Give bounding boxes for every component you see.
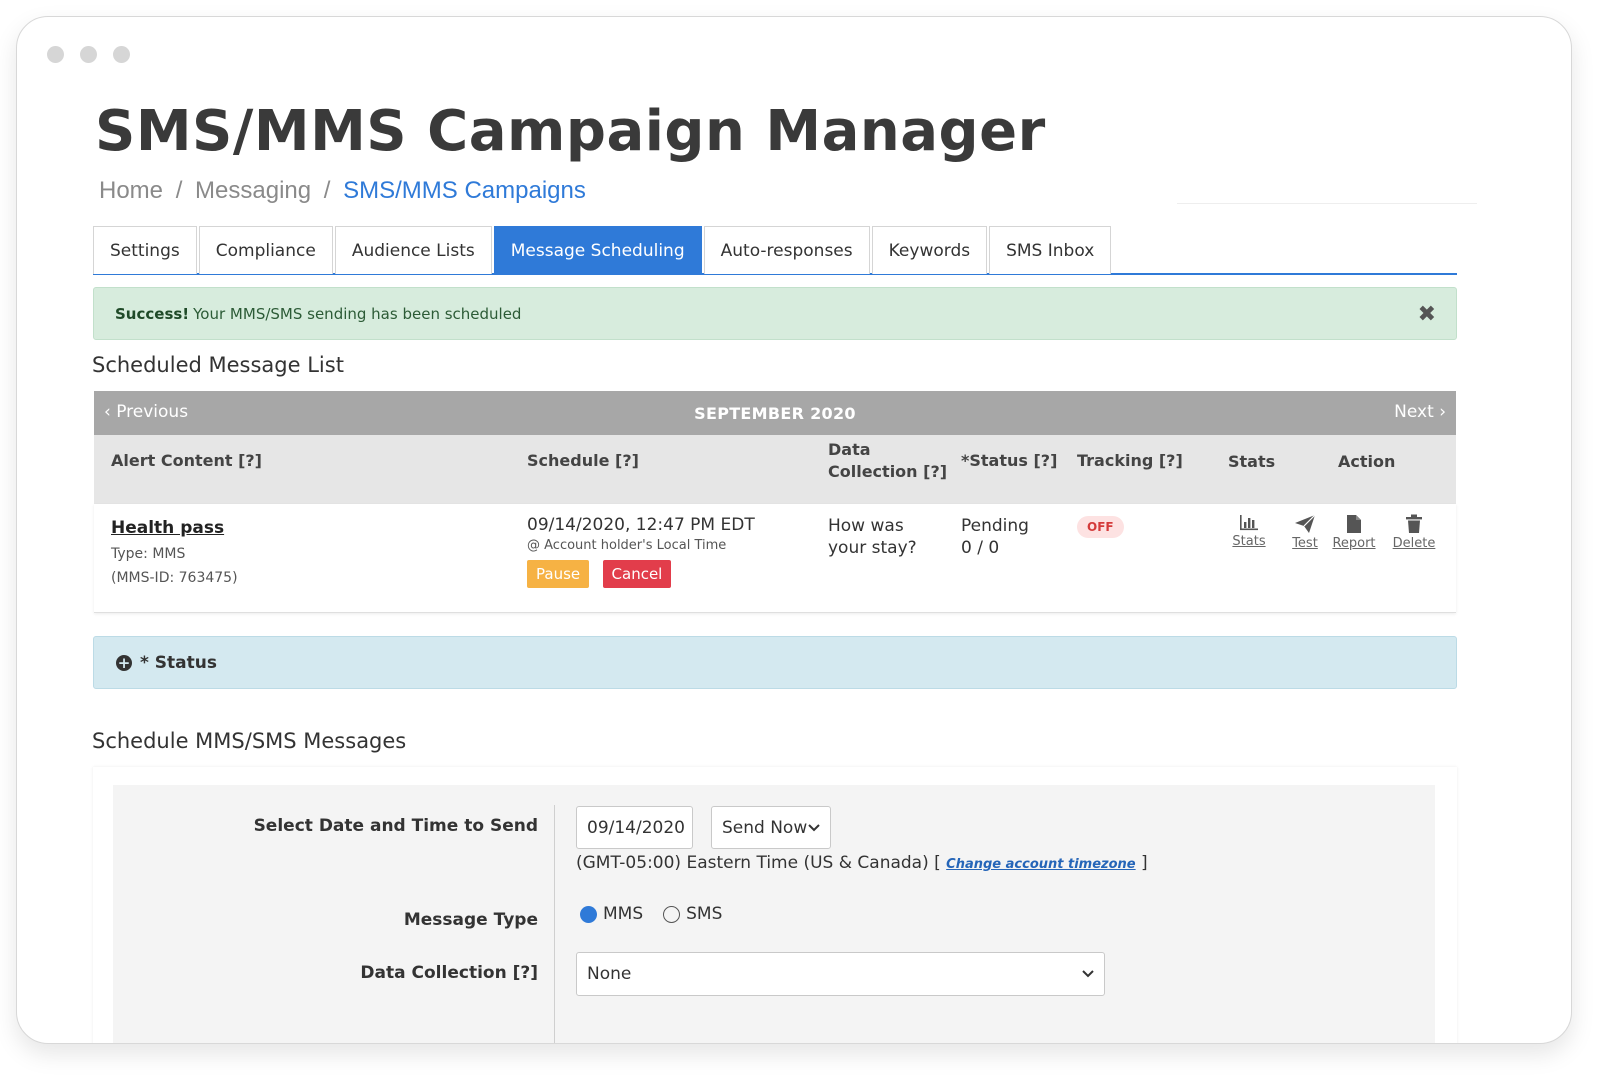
success-alert: Success! Your MMS/SMS sending has been s… (93, 287, 1457, 340)
cancel-button[interactable]: Cancel (602, 560, 672, 588)
message-type: Type: MMS (111, 546, 186, 562)
paper-plane-icon (1295, 514, 1316, 533)
schedule-note: @ Account holder's Local Time (527, 538, 727, 553)
stats-action[interactable]: Stats (1232, 514, 1266, 549)
schedule-form-panel: Select Date and Time to Send 09/14/2020 … (113, 785, 1435, 1043)
date-time-label: Select Date and Time to Send (253, 816, 538, 836)
chevron-left-icon: ‹ (104, 402, 111, 422)
pause-button[interactable]: Pause (527, 560, 590, 588)
breadcrumb-home[interactable]: Home (99, 177, 163, 204)
message-type-label: Message Type (403, 910, 538, 930)
message-title-link[interactable]: Health pass (111, 518, 238, 538)
data-collection-value: How was your stay? (828, 516, 917, 558)
send-option-select[interactable]: Send Now (711, 806, 831, 849)
breadcrumb-current[interactable]: SMS/MMS Campaigns (343, 177, 586, 204)
breadcrumb-separator: / (323, 177, 331, 204)
table-header: Alert Content [?] Schedule [?] Data Coll… (94, 435, 1456, 504)
tracking-badge[interactable]: OFF (1077, 516, 1124, 538)
window-dot-minimize[interactable] (80, 46, 97, 63)
column-data-collection[interactable]: Data Collection [?] (828, 439, 947, 483)
next-month-button[interactable]: Next › (1394, 402, 1446, 422)
column-schedule[interactable]: Schedule [?] (527, 450, 639, 472)
tab-message-scheduling[interactable]: Message Scheduling (493, 226, 702, 274)
tab-audience-lists[interactable]: Audience Lists (334, 226, 492, 274)
data-collection-select[interactable]: None (576, 952, 1105, 996)
radio-sms-label[interactable]: SMS (686, 904, 722, 924)
schedule-form: Select Date and Time to Send 09/14/2020 … (93, 767, 1457, 1043)
chevron-down-icon (808, 823, 820, 831)
schedule-time: 09/14/2020, 12:47 PM EDT (527, 515, 755, 535)
tab-settings[interactable]: Settings (93, 226, 197, 274)
tab-auto-responses[interactable]: Auto-responses (703, 226, 870, 274)
window-controls (47, 46, 130, 63)
chevron-right-icon: › (1439, 402, 1446, 422)
close-x-icon[interactable]: ✖ (1418, 302, 1436, 327)
page-title: SMS/MMS Campaign Manager (95, 99, 1046, 164)
tab-sms-inbox[interactable]: SMS Inbox (989, 226, 1112, 274)
breadcrumb: Home / Messaging / SMS/MMS Campaigns (99, 177, 586, 205)
browser-window: SMS/MMS Campaign Manager Home / Messagin… (16, 16, 1572, 1044)
plus-circle-icon[interactable]: + (116, 654, 132, 671)
divider (1177, 203, 1477, 204)
window-dot-close[interactable] (47, 46, 64, 63)
message-id: (MMS-ID: 763475) (111, 570, 238, 586)
table-row: Health pass Type: MMS (MMS-ID: 763475) 0… (94, 504, 1456, 613)
change-timezone-link[interactable]: Change account timezone (946, 857, 1135, 872)
column-action: Action (1338, 452, 1396, 471)
tab-bar: Settings Compliance Audience Lists Messa… (93, 226, 1457, 275)
trash-icon (1406, 514, 1422, 533)
breadcrumb-messaging[interactable]: Messaging (195, 177, 311, 204)
bar-chart-icon (1240, 515, 1258, 531)
radio-sms[interactable] (663, 905, 681, 923)
chevron-down-icon (1082, 970, 1094, 978)
column-tracking[interactable]: Tracking [?] (1077, 450, 1183, 472)
window-dot-maximize[interactable] (113, 46, 130, 63)
column-alert-content[interactable]: Alert Content [?] (111, 450, 262, 472)
current-month: SEPTEMBER 2020 (694, 403, 856, 423)
tab-compliance[interactable]: Compliance (198, 226, 333, 274)
alert-message: Your MMS/SMS sending has been scheduled (193, 304, 522, 323)
delete-action[interactable]: Delete (1392, 514, 1436, 551)
document-icon (1347, 515, 1361, 533)
column-status[interactable]: *Status [?] (961, 450, 1057, 472)
schedule-form-heading: Schedule MMS/SMS Messages (92, 729, 407, 753)
status-text: Pending (961, 516, 1029, 536)
status-panel-label: * Status (140, 652, 217, 673)
report-action[interactable]: Report (1332, 514, 1376, 551)
column-stats: Stats (1228, 452, 1276, 471)
month-navigation: ‹ Previous SEPTEMBER 2020 Next › (94, 391, 1456, 435)
timezone-text: (GMT-05:00) Eastern Time (US & Canada) [… (576, 853, 1148, 873)
date-input[interactable]: 09/14/2020 (576, 806, 693, 849)
alert-strong: Success! (115, 304, 190, 323)
tab-keywords[interactable]: Keywords (871, 226, 988, 274)
message-type-radio-group: MMS SMS (580, 904, 722, 924)
status-collapsible[interactable]: + * Status (93, 636, 1457, 689)
radio-mms-label[interactable]: MMS (603, 904, 643, 924)
data-collection-label: Data Collection [?] (360, 963, 538, 983)
breadcrumb-separator: / (175, 177, 183, 204)
test-action[interactable]: Test (1291, 514, 1319, 551)
form-divider (554, 805, 555, 1043)
radio-mms[interactable] (580, 905, 597, 923)
scheduled-list-heading: Scheduled Message List (92, 353, 344, 377)
previous-month-button[interactable]: ‹ Previous (104, 402, 188, 422)
status-count: 0 / 0 (961, 538, 1000, 558)
